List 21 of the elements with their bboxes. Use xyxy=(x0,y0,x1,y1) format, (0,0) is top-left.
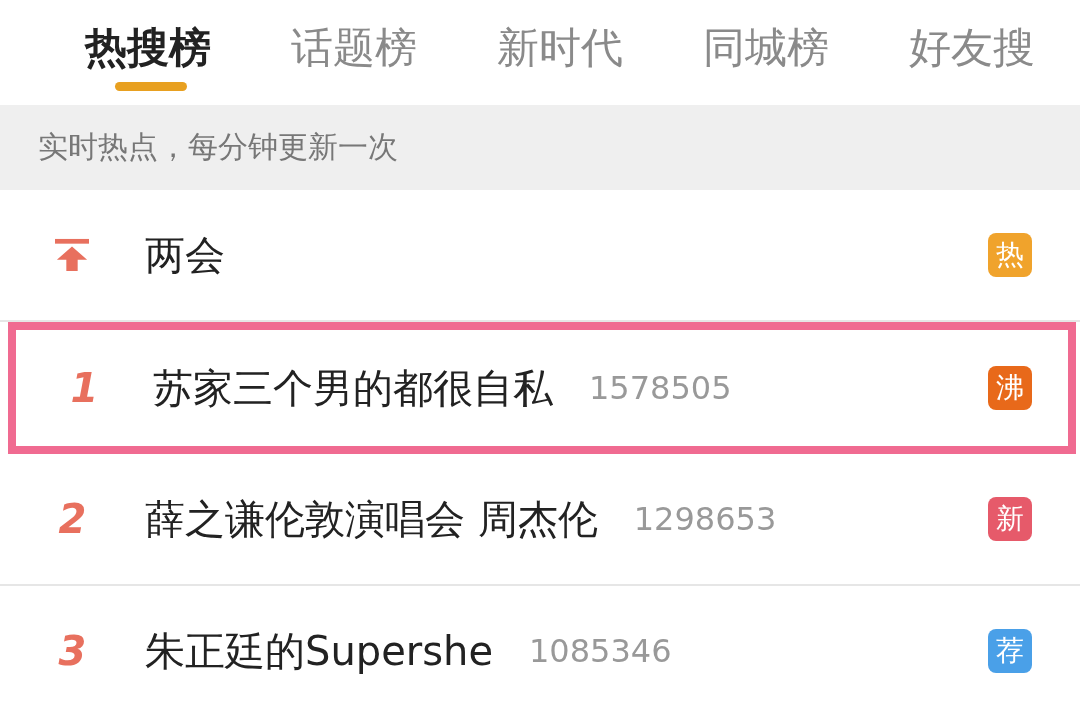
topic-badge: 沸 xyxy=(988,366,1032,410)
search-count: 1085346 xyxy=(529,632,672,670)
pin-top-icon xyxy=(54,238,89,272)
topic-badge: 荐 xyxy=(988,629,1032,673)
hot-search-row[interactable]: 3 朱正廷的Supershe 1085346 荐 xyxy=(0,586,1080,716)
topic-badge: 新 xyxy=(988,497,1032,541)
hot-search-row[interactable]: 两会 热 xyxy=(0,190,1080,322)
topic-title: 朱正廷的Supershe xyxy=(145,626,493,676)
hot-search-row[interactable]: 2 薛之谦伦敦演唱会 周杰伦 1298653 新 xyxy=(0,454,1080,586)
topic-title: 两会 xyxy=(145,230,225,280)
topic-badge: 热 xyxy=(988,233,1032,277)
notice-text: 实时热点，每分钟更新一次 xyxy=(38,128,398,166)
topic-title: 薛之谦伦敦演唱会 周杰伦 xyxy=(145,494,598,544)
search-count: 1578505 xyxy=(589,369,732,407)
rank-number: 1 xyxy=(70,365,99,411)
rank-number: 2 xyxy=(58,496,87,542)
hot-search-row[interactable]: 1 苏家三个男的都很自私 1578505 沸 xyxy=(8,322,1076,454)
topic-title: 苏家三个男的都很自私 xyxy=(153,363,553,413)
tab[interactable]: 热搜榜 xyxy=(85,0,211,90)
search-count: 1298653 xyxy=(633,500,777,538)
rank-number: 3 xyxy=(58,628,87,674)
